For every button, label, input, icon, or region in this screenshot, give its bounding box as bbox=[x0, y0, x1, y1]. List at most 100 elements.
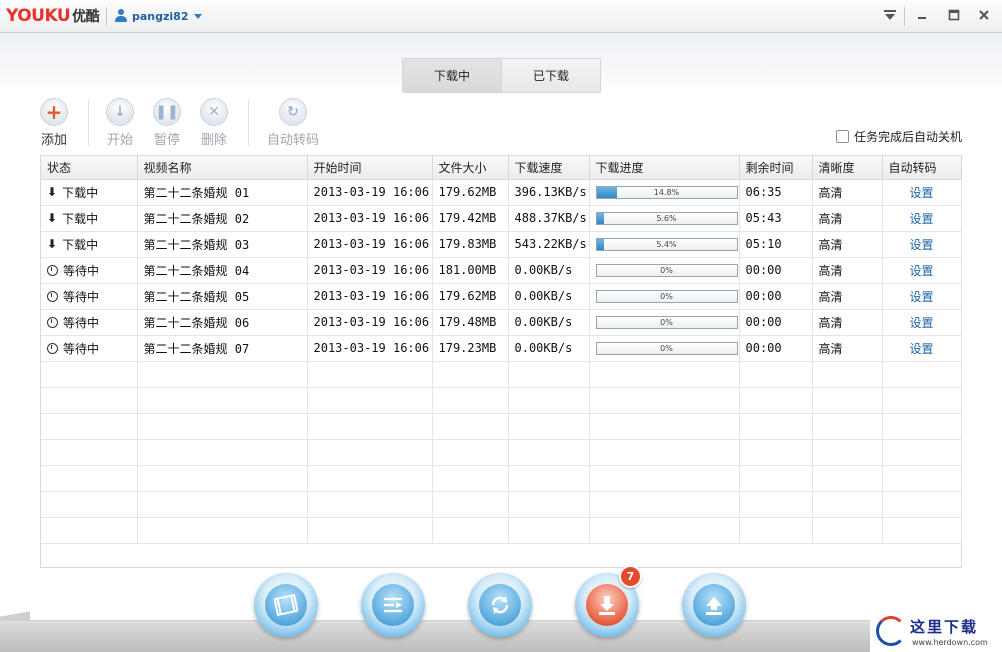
col-header-remaining[interactable]: 剩余时间 bbox=[739, 156, 813, 180]
progress-bar: 0% bbox=[595, 315, 738, 329]
remaining-time-cell: 05:43 bbox=[739, 205, 813, 232]
autoconvert-label: 自动转码 bbox=[266, 133, 319, 148]
empty-cell bbox=[882, 387, 962, 414]
status-cell: ⬇ 下载中 bbox=[41, 231, 138, 258]
table-row[interactable]: 等待中 第二十二条婚规 05 2013-03-19 16:06 179.62MB 0.0… bbox=[41, 283, 962, 310]
col-header-name[interactable]: 视频名称 bbox=[137, 156, 308, 180]
empty-cell bbox=[882, 413, 962, 440]
download-arrow-icon: ↓ bbox=[106, 98, 134, 126]
empty-row bbox=[41, 413, 962, 440]
menu-dropdown-button[interactable] bbox=[878, 4, 902, 26]
convert-button[interactable] bbox=[468, 573, 532, 637]
auto-shutdown-option[interactable]: 任务完成后自动关机 bbox=[836, 128, 962, 145]
watermark-url: www.herdown.com bbox=[912, 638, 988, 647]
download-arrow-icon: ⬇ bbox=[47, 185, 58, 199]
start-time-cell: 2013-03-19 16:06 bbox=[307, 205, 433, 232]
settings-link[interactable]: 设置 bbox=[882, 283, 962, 310]
upload-button[interactable] bbox=[682, 573, 746, 637]
remaining-time-cell: 06:35 bbox=[739, 179, 813, 206]
empty-cell bbox=[589, 439, 740, 466]
empty-row bbox=[41, 439, 962, 466]
table-row[interactable]: 等待中 第二十二条婚规 06 2013-03-19 16:06 179.48MB 0.0… bbox=[41, 309, 962, 336]
pause-button[interactable]: ❚❚ 暂停 bbox=[142, 98, 192, 148]
close-button[interactable] bbox=[972, 4, 996, 26]
quality-cell: 高清 bbox=[812, 179, 883, 206]
progress-bar: 14.8% bbox=[595, 185, 738, 199]
film-library-button[interactable] bbox=[254, 573, 318, 637]
table-row[interactable]: ⬇ 下载中 第二十二条婚规 03 2013-03-19 16:06 179.83MB 54… bbox=[41, 231, 962, 258]
status-text: 等待中 bbox=[63, 341, 100, 356]
empty-cell bbox=[307, 517, 433, 544]
empty-cell bbox=[739, 361, 813, 388]
video-name-cell: 第二十二条婚规 05 bbox=[137, 283, 308, 310]
table-row[interactable]: 等待中 第二十二条婚规 07 2013-03-19 16:06 179.23MB 0.0… bbox=[41, 335, 962, 362]
progress-bar: 0% bbox=[595, 263, 738, 277]
table-row[interactable]: ⬇ 下载中 第二十二条婚规 01 2013-03-19 16:06 179.62MB 39… bbox=[41, 179, 962, 206]
auto-shutdown-checkbox[interactable] bbox=[836, 130, 849, 143]
empty-cell bbox=[508, 517, 590, 544]
settings-link[interactable]: 设置 bbox=[882, 257, 962, 284]
progress-bar: 5.6% bbox=[595, 211, 738, 225]
settings-link[interactable]: 设置 bbox=[882, 205, 962, 232]
clock-icon bbox=[47, 316, 58, 328]
col-header-quality[interactable]: 清晰度 bbox=[812, 156, 883, 180]
minimize-button[interactable] bbox=[910, 4, 934, 26]
empty-cell bbox=[739, 491, 813, 518]
empty-row bbox=[41, 361, 962, 388]
start-time-cell: 2013-03-19 16:06 bbox=[307, 257, 433, 284]
col-header-speed[interactable]: 下载速度 bbox=[508, 156, 590, 180]
progress-bar: 5.4% bbox=[595, 237, 738, 251]
empty-cell bbox=[307, 465, 433, 492]
empty-cell bbox=[812, 439, 883, 466]
settings-link[interactable]: 设置 bbox=[882, 231, 962, 258]
empty-cell bbox=[137, 361, 308, 388]
col-header-autoconvert[interactable]: 自动转码 bbox=[882, 156, 962, 180]
delete-x-icon: ✕ bbox=[200, 98, 228, 126]
col-header-size[interactable]: 文件大小 bbox=[432, 156, 509, 180]
delete-button[interactable]: ✕ 删除 bbox=[189, 98, 239, 148]
status-text: 等待中 bbox=[63, 289, 100, 304]
progress-text: 14.8% bbox=[653, 187, 680, 197]
progress-cell: 5.6% bbox=[589, 205, 740, 232]
playlist-button[interactable] bbox=[361, 573, 425, 637]
settings-link[interactable]: 设置 bbox=[882, 309, 962, 336]
quality-cell: 高清 bbox=[812, 231, 883, 258]
file-size-cell: 179.83MB bbox=[432, 231, 509, 258]
username: pangzi82 bbox=[132, 9, 189, 23]
menu-icon bbox=[884, 10, 896, 20]
speed-cell: 0.00KB/s bbox=[508, 335, 590, 362]
empty-row bbox=[41, 491, 962, 518]
table-row[interactable]: ⬇ 下载中 第二十二条婚规 02 2013-03-19 16:06 179.42MB 48… bbox=[41, 205, 962, 232]
toolbar-divider bbox=[248, 100, 249, 146]
col-header-status[interactable]: 状态 bbox=[41, 156, 138, 180]
progress-text: 0% bbox=[660, 343, 673, 353]
progress-bar: 0% bbox=[595, 289, 738, 303]
empty-cell bbox=[137, 517, 308, 544]
download-icon bbox=[599, 596, 615, 615]
quality-cell: 高清 bbox=[812, 257, 883, 284]
settings-link[interactable]: 设置 bbox=[882, 179, 962, 206]
user-menu[interactable]: pangzi82 bbox=[114, 9, 203, 23]
watermark-text: 这里下载 bbox=[910, 618, 979, 636]
col-header-start-time[interactable]: 开始时间 bbox=[307, 156, 433, 180]
autoconvert-button[interactable]: ↻ 自动转码 bbox=[263, 98, 323, 148]
empty-cell bbox=[589, 465, 740, 492]
empty-cell bbox=[137, 439, 308, 466]
empty-cell bbox=[739, 517, 813, 544]
empty-cell bbox=[432, 517, 509, 544]
col-header-progress[interactable]: 下载进度 bbox=[589, 156, 740, 180]
quality-cell: 高清 bbox=[812, 335, 883, 362]
auto-shutdown-label: 任务完成后自动关机 bbox=[854, 130, 963, 144]
tab-downloaded[interactable]: 已下载 bbox=[501, 59, 600, 92]
add-button[interactable]: + 添加 bbox=[29, 98, 79, 148]
settings-link[interactable]: 设置 bbox=[882, 335, 962, 362]
file-size-cell: 179.62MB bbox=[432, 283, 509, 310]
maximize-button[interactable] bbox=[942, 4, 966, 26]
status-cell: ⬇ 下载中 bbox=[41, 205, 138, 232]
empty-row bbox=[41, 517, 962, 544]
empty-cell bbox=[508, 465, 590, 492]
tab-downloading[interactable]: 下载中 bbox=[403, 59, 501, 92]
table-row[interactable]: 等待中 第二十二条婚规 04 2013-03-19 16:06 181.00MB 0.0… bbox=[41, 257, 962, 284]
logo-cn-text: 优酷 bbox=[72, 9, 100, 25]
start-button[interactable]: ↓ 开始 bbox=[95, 98, 145, 148]
